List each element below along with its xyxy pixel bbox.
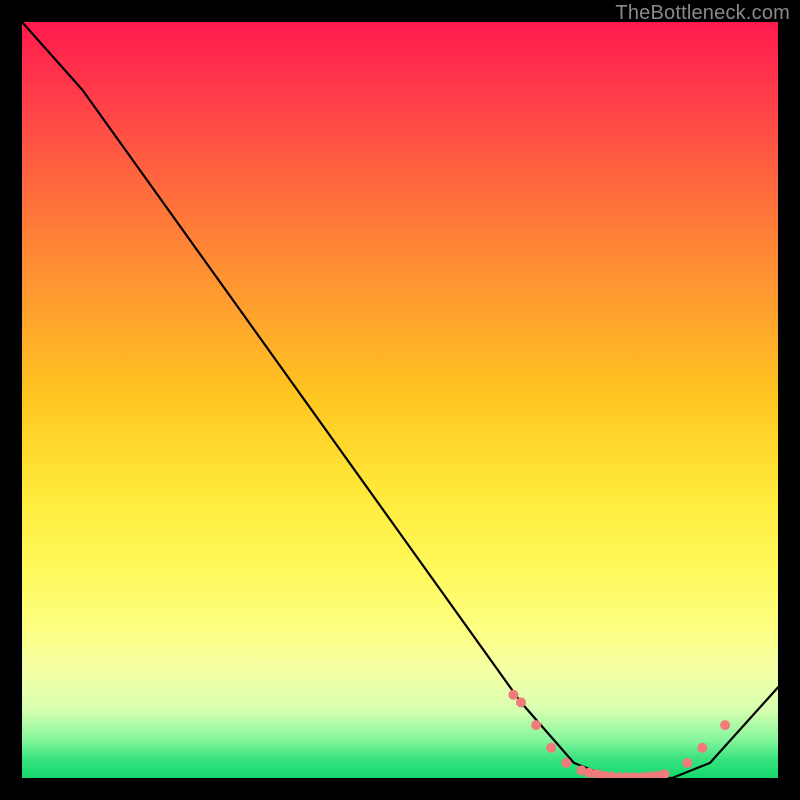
chart-frame: TheBottleneck.com	[0, 0, 800, 800]
marker-dot	[531, 720, 541, 730]
marker-dot	[516, 697, 526, 707]
marker-dots	[508, 690, 730, 778]
marker-dot	[697, 743, 707, 753]
marker-dot	[561, 758, 571, 768]
plot-area	[22, 22, 778, 778]
watermark-text: TheBottleneck.com	[615, 2, 790, 25]
marker-dot	[660, 769, 670, 778]
chart-svg	[22, 22, 778, 778]
marker-dot	[720, 720, 730, 730]
marker-dot	[682, 758, 692, 768]
curve-line	[22, 22, 778, 778]
marker-dot	[546, 743, 556, 753]
marker-dot	[508, 690, 518, 700]
